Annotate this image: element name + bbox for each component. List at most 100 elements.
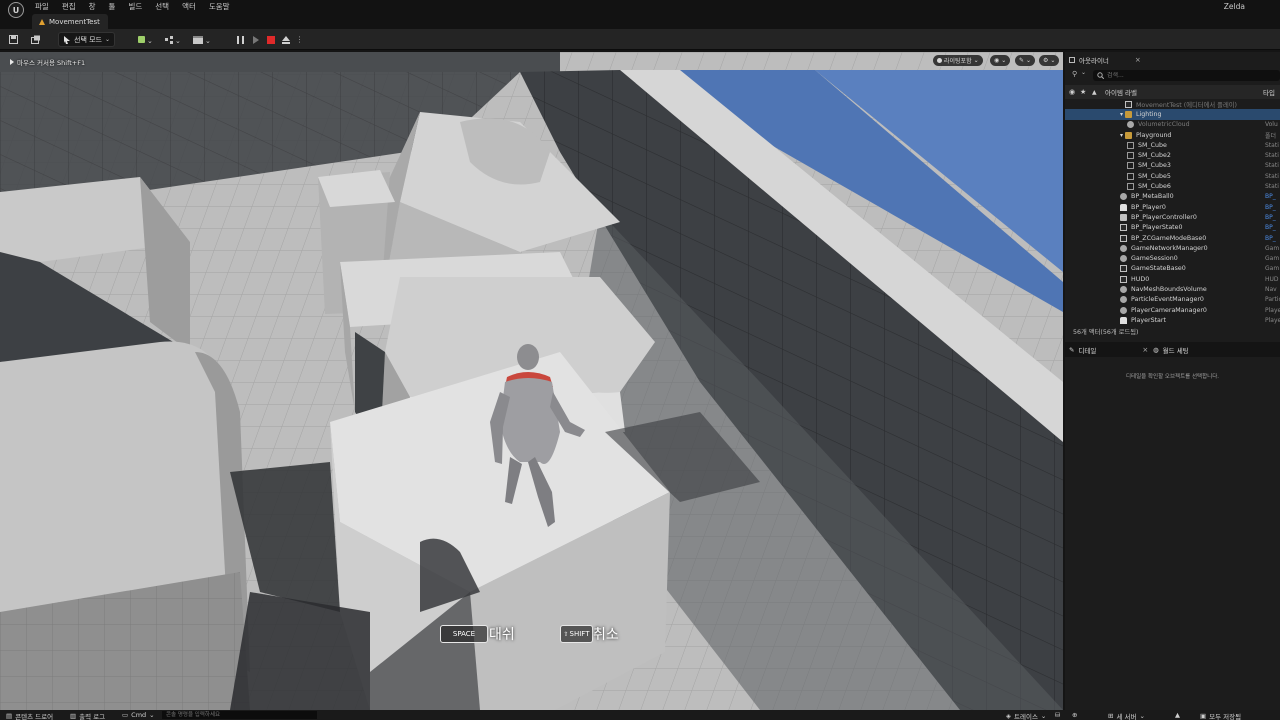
show-flags-dropdown[interactable]: ◉ ⌄ xyxy=(990,55,1011,66)
select-mode-dropdown[interactable]: 선택 모드 ⌄ xyxy=(58,32,115,47)
outliner-row[interactable]: BP_ZCGameModeBase0 BP_ xyxy=(1065,233,1280,243)
outliner-row-label: BP_Player0 xyxy=(1131,203,1166,211)
outliner-row[interactable]: SM_Cube3 Stati xyxy=(1065,161,1280,171)
derived-data-button[interactable]: ⛁ xyxy=(1055,711,1060,719)
close-icon[interactable]: × xyxy=(1142,346,1148,354)
close-icon[interactable]: × xyxy=(1135,56,1141,64)
outliner-tree[interactable]: MovementTest (에디터에서 플레이) ▾ Lighting Volumet… xyxy=(1065,99,1280,324)
outliner-row[interactable]: GameSession0 Gam xyxy=(1065,254,1280,264)
outliner-row[interactable]: BP_PlayerController0 BP_ xyxy=(1065,212,1280,222)
more-vertical-icon: ⋮ xyxy=(295,35,304,44)
chevron-down-icon: ⌄ xyxy=(1001,57,1007,64)
cancel-key-label: SHIFT xyxy=(569,630,590,638)
details-header: ✎ 디테일 × ◍ 월드 세팅 xyxy=(1065,342,1280,357)
eject-button[interactable] xyxy=(279,33,292,46)
menu-file[interactable]: 파일 xyxy=(35,1,49,12)
menu-build[interactable]: 빌드 xyxy=(128,1,142,12)
menu-select[interactable]: 선택 xyxy=(155,1,169,12)
outliner-row[interactable]: BP_Player0 BP_ xyxy=(1065,202,1280,212)
outliner-row-label: SM_Cube6 xyxy=(1138,183,1171,191)
outliner-row[interactable]: ▾ Playground 폴더 xyxy=(1065,130,1280,140)
menu-window[interactable]: 창 xyxy=(89,1,96,12)
level-tab-label: MovementTest xyxy=(49,17,100,26)
menu-edit[interactable]: 편집 xyxy=(62,1,76,12)
trace-button[interactable]: ◈ 트레이스 ⌄ xyxy=(1006,711,1046,720)
outliner-row[interactable]: SM_Cube6 Stati xyxy=(1065,181,1280,191)
chevron-down-icon[interactable]: ⌄ xyxy=(1081,69,1086,76)
outliner-row[interactable]: ▾ Lighting xyxy=(1065,109,1280,120)
outliner-row[interactable]: MovementTest (에디터에서 플레이) xyxy=(1065,99,1280,109)
details-icon: ✎ xyxy=(1069,345,1075,354)
menu-tools[interactable]: 툴 xyxy=(109,1,116,12)
filter-icon[interactable]: ⚲ xyxy=(1072,70,1077,78)
col-type-header[interactable]: 타입 xyxy=(1263,87,1275,97)
outliner-row[interactable]: NavMeshBoundsVolume Nav xyxy=(1065,284,1280,294)
outliner-row-label: BP_PlayerController0 xyxy=(1131,213,1197,221)
lighting-mode-label: 라이팅포함 xyxy=(944,58,972,65)
outliner-row-label: GameNetworkManager0 xyxy=(1131,244,1208,252)
chevron-down-icon: ⌄ xyxy=(1040,712,1047,720)
expand-arrow-icon[interactable]: ▾ xyxy=(1120,132,1123,139)
outliner-row[interactable]: GameNetworkManager0 Gam xyxy=(1065,243,1280,253)
outliner-row[interactable]: HUD0 HUD xyxy=(1065,274,1280,284)
expand-arrow-icon[interactable]: ▾ xyxy=(1120,111,1123,118)
outliner-search-input[interactable] xyxy=(1107,72,1257,79)
outliner-row[interactable]: SM_Cube5 Stati xyxy=(1065,171,1280,181)
pause-button[interactable] xyxy=(234,33,247,46)
details-tab-label: 디테일 xyxy=(1078,346,1097,355)
save-all-button[interactable]: ▣ 모두 저장됨 xyxy=(1200,711,1241,720)
revision-icon: ⊕ xyxy=(1072,711,1078,719)
outliner-row-label: Playground xyxy=(1136,131,1172,139)
eye-icon[interactable]: ◉ xyxy=(1069,88,1075,96)
menu-help[interactable]: 도움말 xyxy=(209,1,230,12)
outliner-row[interactable]: ParticleEventManager0 Partic xyxy=(1065,295,1280,305)
svg-text:⌄: ⌄ xyxy=(205,37,211,45)
save-button[interactable] xyxy=(6,32,20,47)
add-actor-button[interactable]: ⌄ xyxy=(134,32,156,47)
save-icon: ▣ xyxy=(1200,712,1207,720)
outliner-tab[interactable]: 아웃라이너 × xyxy=(1069,53,1141,66)
blueprint-icon: ⌄ xyxy=(165,35,181,45)
outliner-row[interactable]: PlayerStart Playe xyxy=(1065,315,1280,324)
outliner-row[interactable]: GameStateBase0 Gam xyxy=(1065,264,1280,274)
eye-icon: ◉ xyxy=(994,57,1000,64)
frame-skip-icon xyxy=(252,35,259,44)
stop-button[interactable] xyxy=(264,33,277,46)
output-log-button[interactable]: ▥ 출력 로그 xyxy=(70,711,105,720)
outliner-row[interactable]: VolumetricCloud Volu xyxy=(1065,120,1280,130)
menu-actor[interactable]: 액터 xyxy=(182,1,196,12)
outliner-row[interactable]: BP_MetaBall0 BP_ xyxy=(1065,192,1280,202)
cinematics-button[interactable]: ⌄ xyxy=(190,32,214,47)
revision-control-button[interactable]: ⊕ xyxy=(1072,711,1077,719)
unreal-logo-icon[interactable]: U xyxy=(8,2,24,18)
star-icon[interactable]: ★ xyxy=(1080,88,1086,96)
chevron-down-icon: ⌄ xyxy=(1139,712,1145,720)
level-viewport[interactable]: 마우스 커서용 Shift+F1 라이팅포함 ⌄ ◉ ⌄ ✎ ⌄ ⚙ ⌄ SPACE … xyxy=(0,52,1063,710)
cmd-dropdown[interactable]: ▭ Cmd ⌄ xyxy=(122,711,155,719)
sort-arrow-icon: ▲ xyxy=(1092,88,1097,96)
content-drawer-label: 콘텐츠 드로어 xyxy=(15,713,54,720)
lighting-mode-dropdown[interactable]: 라이팅포함 ⌄ xyxy=(933,55,983,66)
outliner-row[interactable]: BP_PlayerState0 BP_ xyxy=(1065,223,1280,233)
notifications-button[interactable]: ▲ xyxy=(1175,711,1180,719)
scalability-dropdown[interactable]: ✎ ⌄ xyxy=(1015,55,1036,66)
frame-skip-button[interactable] xyxy=(249,33,262,46)
outliner-row[interactable]: PlayerCameraManager0 Playe xyxy=(1065,305,1280,315)
viewport-settings-dropdown[interactable]: ⚙ ⌄ xyxy=(1039,55,1060,66)
outliner-search-box[interactable] xyxy=(1093,70,1280,81)
level-tab[interactable]: MovementTest xyxy=(32,14,108,29)
blueprint-button[interactable]: ⌄ xyxy=(162,32,184,47)
shift-arrow-icon: ⇧ xyxy=(563,630,569,638)
details-tab[interactable]: ✎ 디테일 × xyxy=(1069,343,1148,356)
col-label-header[interactable]: 아이템 라벨 xyxy=(1105,87,1137,97)
outliner-row-type: Gam xyxy=(1265,265,1280,273)
world-settings-tab[interactable]: ◍ 월드 세팅 xyxy=(1153,343,1189,356)
outliner-row-type: 폴더 xyxy=(1265,132,1277,140)
content-drawer-button[interactable]: ▤ 콘텐츠 드로어 xyxy=(6,711,53,720)
multi-user-button[interactable]: ⊞ 세 서버 ⌄ xyxy=(1108,711,1145,720)
console-command-input[interactable] xyxy=(162,711,317,719)
content-browser-button[interactable] xyxy=(29,32,43,47)
outliner-row[interactable]: SM_Cube2 Stati xyxy=(1065,151,1280,161)
play-options-button[interactable]: ⋮ xyxy=(293,33,306,46)
outliner-row[interactable]: SM_Cube Stati xyxy=(1065,140,1280,150)
